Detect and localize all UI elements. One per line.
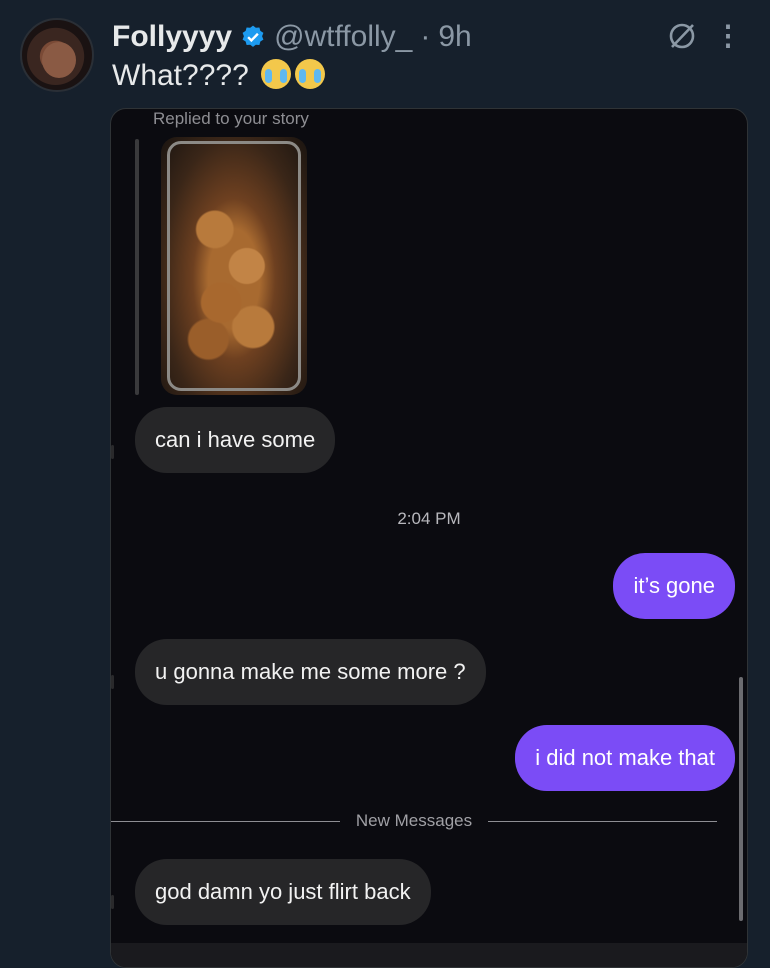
- tweet-text: What????: [112, 58, 326, 94]
- message-bubble-incoming: can i have some: [135, 407, 336, 473]
- grok-icon[interactable]: [666, 20, 698, 52]
- message-bubble-incoming: god damn yo just flirt back: [135, 859, 431, 925]
- more-options-icon[interactable]: ⋮: [714, 21, 742, 51]
- tweet-time[interactable]: 9h: [438, 20, 471, 54]
- avatar-stub: [111, 895, 114, 909]
- profile-avatar[interactable]: [20, 18, 94, 92]
- message-bubble-incoming: u gonna make me some more ?: [135, 639, 486, 705]
- tweet-actions-top: ⋮: [666, 20, 742, 52]
- reply-quote-line: [135, 139, 139, 395]
- verified-badge-icon: [242, 25, 264, 47]
- message-bubble-outgoing: i did not make that: [515, 725, 735, 791]
- message-timestamp: 2:04 PM: [397, 509, 461, 528]
- tweet-header: Follyyyy @wtffolly_ · 9h: [112, 20, 472, 54]
- crying-emoji-icon: [261, 59, 292, 89]
- avatar-stub: [111, 675, 114, 689]
- tweet-media-screenshot[interactable]: Replied to your story can i have some 2:…: [110, 108, 748, 968]
- food-bowl-image: [167, 141, 301, 391]
- composer-bar: [111, 943, 747, 967]
- replied-to-story-label: Replied to your story: [153, 109, 309, 128]
- divider-rule: [111, 820, 340, 822]
- scrollbar[interactable]: [739, 677, 743, 921]
- crying-emoji-icon: [295, 59, 326, 89]
- divider-rule: [488, 820, 717, 822]
- tweet-text-body: What????: [112, 59, 249, 92]
- avatar-stub: [111, 445, 114, 459]
- story-thumbnail[interactable]: [161, 137, 307, 395]
- message-bubble-outgoing: it’s gone: [613, 553, 735, 619]
- user-handle[interactable]: @wtffolly_: [274, 20, 412, 54]
- new-messages-divider: New Messages: [111, 809, 717, 833]
- avatar-face: [42, 42, 76, 78]
- new-messages-label: New Messages: [355, 811, 473, 830]
- header-separator: ·: [420, 20, 431, 53]
- display-name[interactable]: Follyyyy: [112, 20, 232, 54]
